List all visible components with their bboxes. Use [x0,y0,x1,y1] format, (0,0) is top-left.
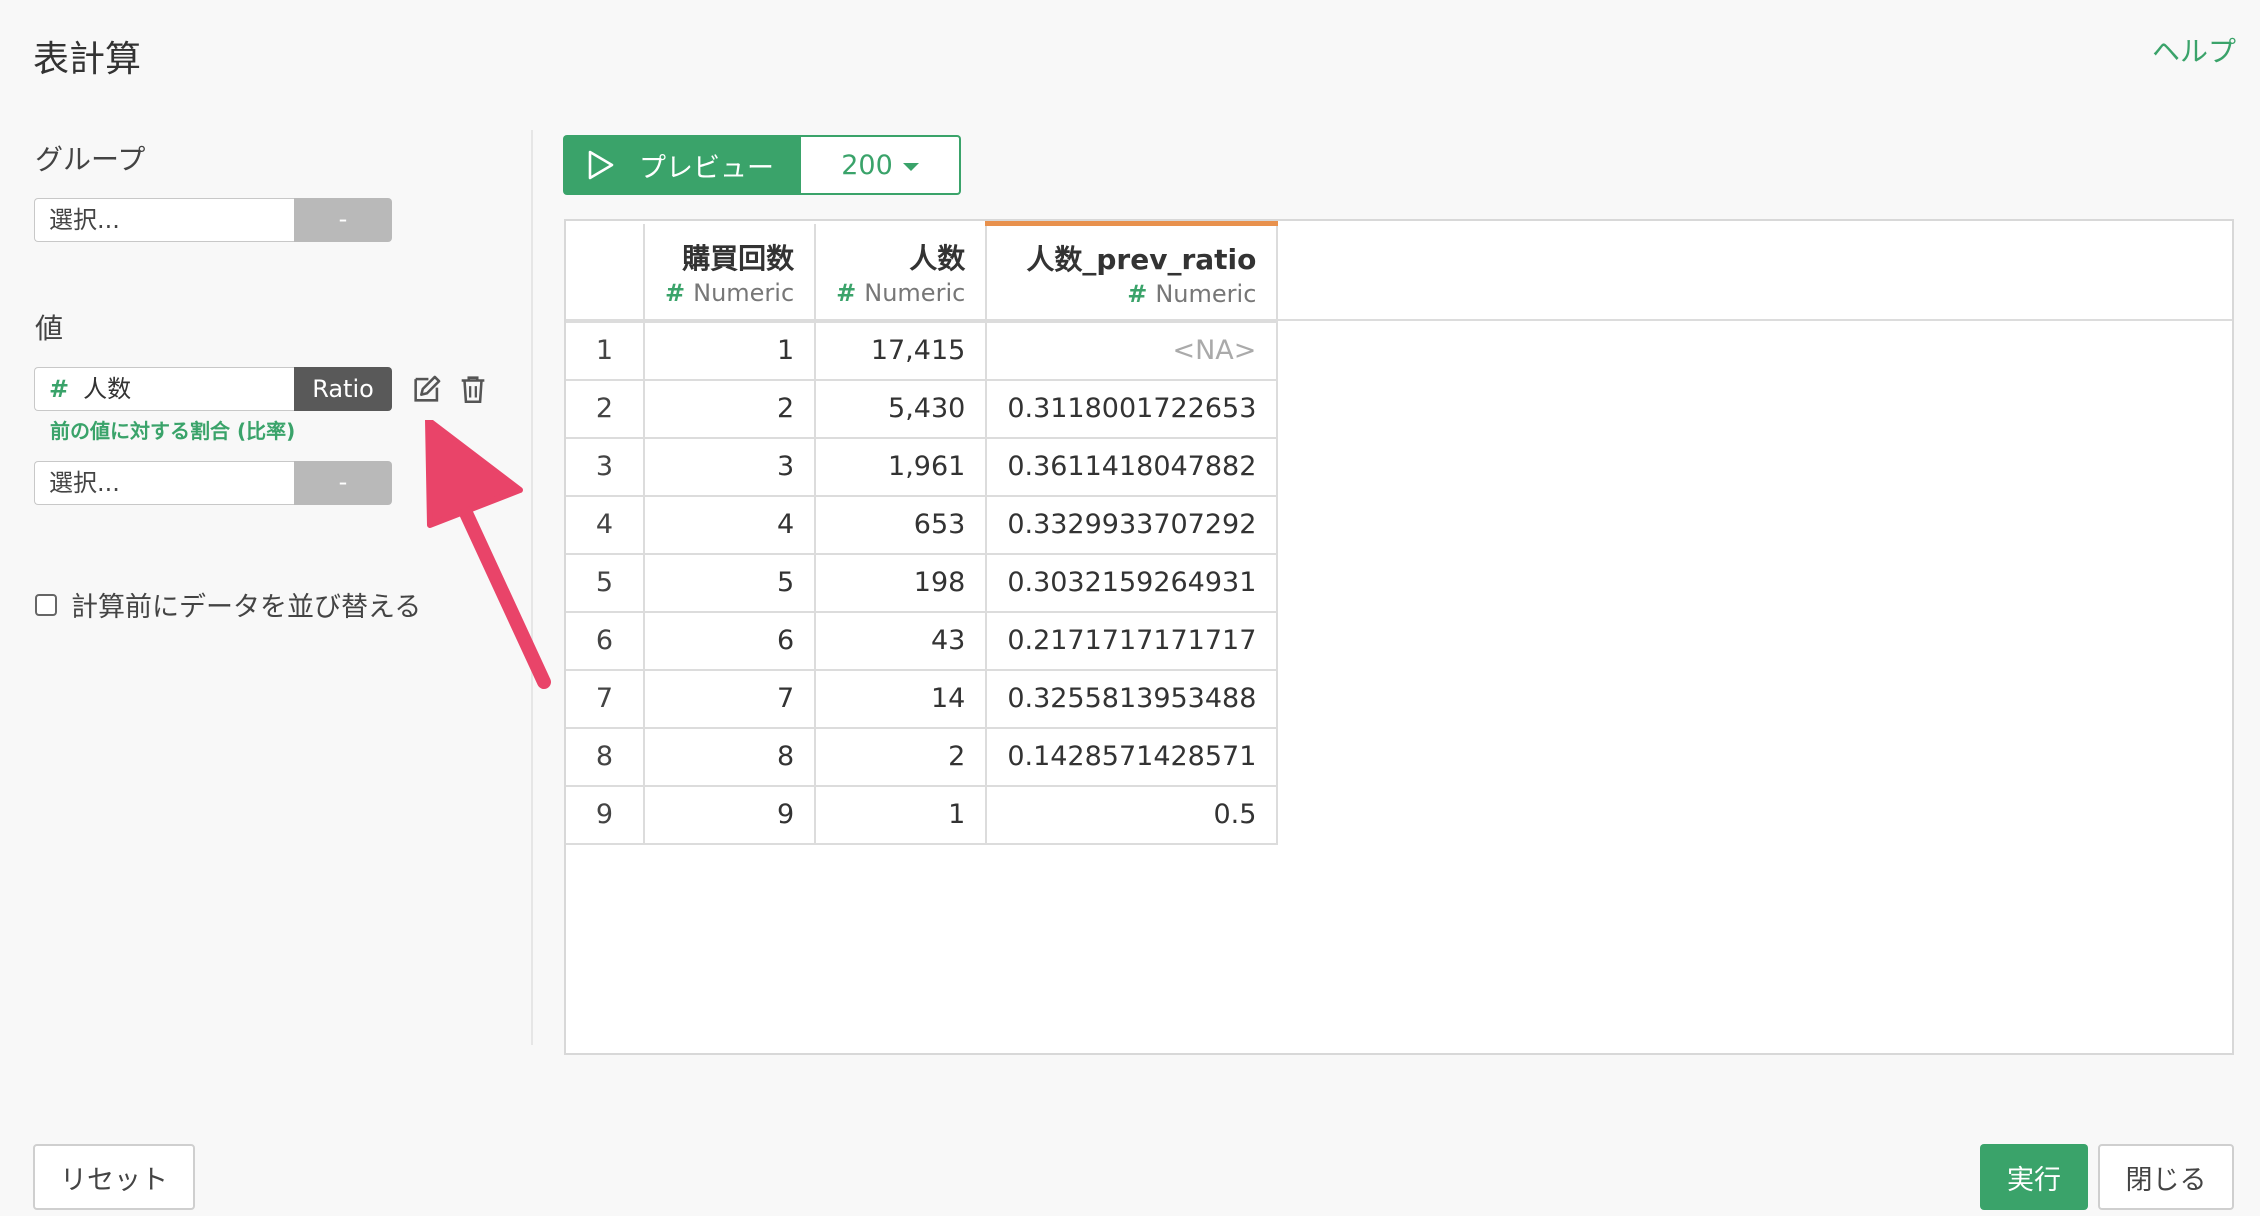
row-number: 7 [566,669,645,729]
table-cell: 0.3118001722653 [986,379,1279,439]
column-type: # Numeric [665,278,794,308]
column-type-label: Numeric [864,279,966,307]
table-cell: 1,961 [815,437,988,497]
column-type-label: Numeric [1155,280,1257,309]
caret-down-icon [902,163,919,171]
play-icon [588,150,614,180]
numeric-type-icon: # [49,375,70,403]
value-label: 値 [35,312,64,345]
table-row[interactable]: 1 1 17,415 <NA> [566,321,1279,381]
value-item: # 人数 Ratio [34,367,392,411]
table-cell: 8 [644,727,817,787]
table-cell: 0.3611418047882 [986,437,1279,497]
run-button[interactable]: 実行 [1980,1144,2088,1210]
table-cell: 5,430 [815,379,988,439]
table-cell: 4 [644,495,817,555]
table-body: 1 1 17,415 <NA> 2 2 5,430 0.3118001722653 3 3 1,96… [566,321,1279,845]
table-row[interactable]: 6 6 43 0.2171717171717 [566,611,1279,671]
column-type-label: Numeric [693,279,795,307]
value-column-name: 人数 [83,375,132,403]
row-number-header [566,223,645,323]
header-rule [566,319,2232,321]
table-cell: 0.3329933707292 [986,495,1279,555]
table-row[interactable]: 4 4 653 0.3329933707292 [566,495,1279,555]
table-cell: 0.1428571428571 [986,727,1279,787]
column-name: 人数 [909,242,966,275]
table-cell: 2 [815,727,988,787]
table-cell: 17,415 [815,321,988,381]
row-number: 4 [566,495,645,555]
value-select-button[interactable]: - [294,461,392,505]
row-number: 2 [566,379,645,439]
help-link[interactable]: ヘルプ [2152,30,2236,70]
row-number: 8 [566,727,645,787]
table-cell: 1 [644,321,817,381]
column-header[interactable]: 購買回数 # Numeric [644,223,817,323]
row-number: 9 [566,785,645,845]
row-count-dropdown[interactable]: 200 [801,135,961,195]
group-select-input[interactable]: 選択... [34,198,294,242]
column-header[interactable]: 人数 # Numeric [815,223,988,323]
table-cell: 0.2171717171717 [986,611,1279,671]
preview-button-label: プレビュー [639,152,774,184]
row-number: 6 [566,611,645,671]
sort-before-calc-option[interactable]: 計算前にデータを並び替える [35,585,421,624]
table-header-row: 購買回数 # Numeric 人数 # Numeric 人数_prev_ratio … [566,221,1279,323]
table-row[interactable]: 5 5 198 0.3032159264931 [566,553,1279,613]
table-cell: 14 [815,669,988,729]
table-cell: 6 [644,611,817,671]
column-type: # Numeric [836,278,965,308]
sort-checkbox-label: 計算前にデータを並び替える [71,592,422,623]
row-number: 5 [566,553,645,613]
table-cell: 5 [644,553,817,613]
ratio-type-button[interactable]: Ratio [294,367,392,411]
numeric-type-icon: # [1127,280,1148,309]
table-cell: <NA> [986,321,1279,381]
table-row[interactable]: 3 3 1,961 0.3611418047882 [566,437,1279,497]
table-cell: 198 [815,553,988,613]
column-type: # Numeric [1007,279,1256,309]
table-cell: 43 [815,611,988,671]
table-cell: 3 [644,437,817,497]
table-cell: 653 [815,495,988,555]
trash-icon[interactable] [456,372,490,406]
reset-button[interactable]: リセット [33,1144,195,1210]
column-header-new[interactable]: 人数_prev_ratio # Numeric [986,221,1279,323]
calculation-hint: 前の値に対する割合 (比率) [50,419,296,443]
preview-controls: プレビュー 200 [563,135,961,195]
row-count-value: 200 [841,149,893,181]
annotation-arrow [425,420,551,689]
value-select-input[interactable]: 選択... [34,461,294,505]
table-cell: 0.3032159264931 [986,553,1279,613]
table-cell: 9 [644,785,817,845]
numeric-type-icon: # [665,279,686,307]
close-button[interactable]: 閉じる [2098,1144,2234,1210]
numeric-type-icon: # [836,279,857,307]
sort-checkbox[interactable] [35,593,57,616]
table-row[interactable]: 9 9 1 0.5 [566,785,1279,845]
table-cell: 2 [644,379,817,439]
edit-icon[interactable] [410,372,444,406]
table-row[interactable]: 7 7 14 0.3255813953488 [566,669,1279,729]
preview-table: 購買回数 # Numeric 人数 # Numeric 人数_prev_ratio … [564,219,2234,1055]
table-row[interactable]: 2 2 5,430 0.3118001722653 [566,379,1279,439]
group-select-button[interactable]: - [294,198,392,242]
group-label: グループ [35,143,146,176]
group-select[interactable]: 選択... - [34,198,392,242]
column-name: 人数_prev_ratio [1026,243,1257,277]
data-grid: 購買回数 # Numeric 人数 # Numeric 人数_prev_ratio … [566,221,1279,845]
column-name: 購買回数 [682,242,795,275]
value-column-field[interactable]: # 人数 [34,367,294,411]
preview-button[interactable]: プレビュー [563,135,801,195]
table-cell: 7 [644,669,817,729]
table-row[interactable]: 8 8 2 0.1428571428571 [566,727,1279,787]
page-title: 表計算 [33,39,142,80]
table-cell: 0.3255813953488 [986,669,1279,729]
table-cell: 1 [815,785,988,845]
row-number: 3 [566,437,645,497]
row-number: 1 [566,321,645,381]
value-select[interactable]: 選択... - [34,461,392,505]
table-cell: 0.5 [986,785,1279,845]
